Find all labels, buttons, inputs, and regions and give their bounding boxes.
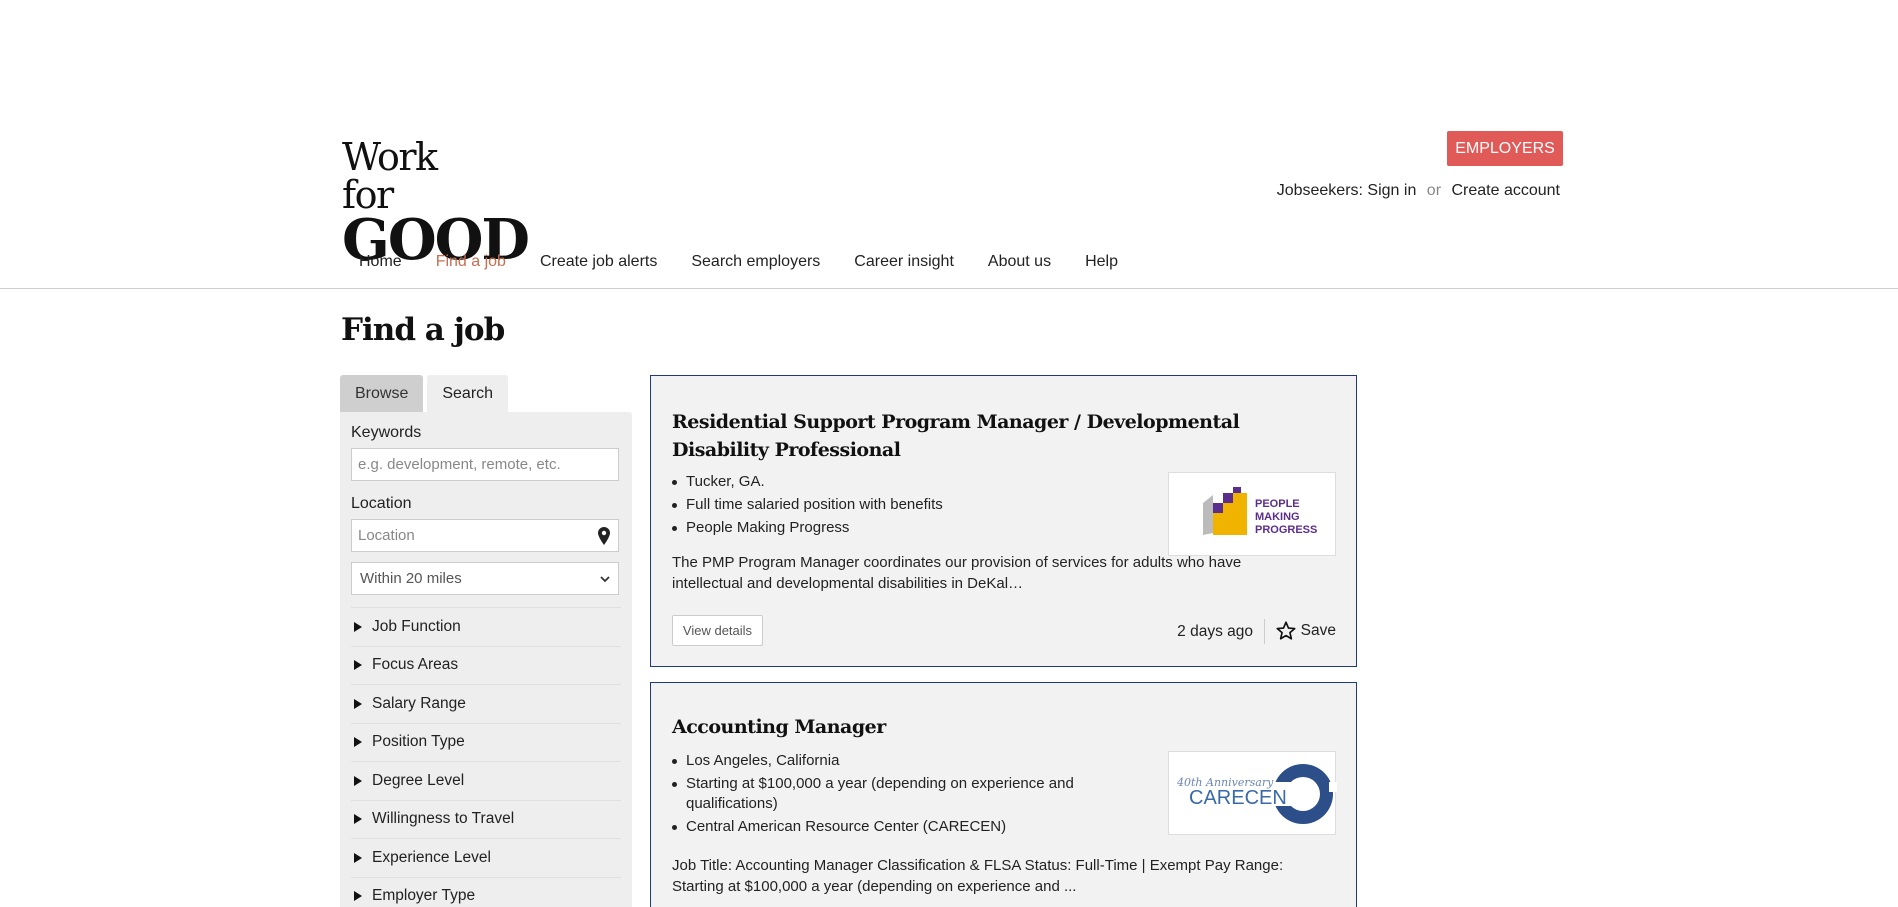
job-description: The PMP Program Manager coordinates our … <box>672 554 1242 592</box>
facet-label: Job Function <box>372 617 461 635</box>
tab-search[interactable]: Search <box>427 375 509 412</box>
expand-triangle-icon <box>354 737 362 748</box>
facet-job-function[interactable]: Job Function <box>351 607 621 646</box>
expand-triangle-icon <box>354 814 362 825</box>
employer-logo[interactable]: 40th Anniversary CARECEN <box>1168 751 1337 835</box>
facet-degree-level[interactable]: Degree Level <box>351 761 621 800</box>
facet-salary-range[interactable]: Salary Range <box>351 684 621 723</box>
facet-focus-areas[interactable]: Focus Areas <box>351 645 621 685</box>
job-employer: Central American Resource Center (CARECE… <box>672 817 1142 837</box>
save-label: Save <box>1300 621 1336 639</box>
or-separator: or <box>1426 182 1442 199</box>
expand-triangle-icon <box>354 660 362 671</box>
nav-find-a-job[interactable]: Find a job <box>419 250 523 274</box>
facet-label: Experience Level <box>372 848 491 866</box>
job-details: Los Angeles, California Starting at $100… <box>672 751 1142 840</box>
star-icon <box>1276 621 1296 640</box>
location-field-wrap <box>351 519 619 552</box>
keywords-label: Keywords <box>351 424 422 441</box>
keywords-input[interactable] <box>351 448 619 481</box>
nav-create-job-alerts[interactable]: Create job alerts <box>523 250 674 274</box>
facet-employer-type[interactable]: Employer Type <box>351 876 621 907</box>
nav-home[interactable]: Home <box>342 250 419 274</box>
job-location: Los Angeles, California <box>672 751 1142 771</box>
job-details: Tucker, GA. Full time salaried position … <box>672 472 1142 541</box>
facet-experience-level[interactable]: Experience Level <box>351 838 621 877</box>
jobseekers-label: Jobseekers: <box>1276 182 1363 199</box>
facet-label: Degree Level <box>372 771 465 789</box>
facet-label: Willingness to Travel <box>372 810 515 828</box>
logo-text-2: MAKING <box>1255 511 1300 523</box>
nav-career-insight[interactable]: Career insight <box>837 250 971 274</box>
job-description: Job Title: Accounting Manager Classifica… <box>672 857 1284 895</box>
save-button[interactable]: Save <box>1276 621 1336 640</box>
logo-name: CARECEN <box>1189 787 1287 809</box>
nav-help[interactable]: Help <box>1068 250 1135 274</box>
people-making-progress-logo: PEOPLE MAKING PROGRESS <box>1203 487 1317 536</box>
location-pin-icon[interactable] <box>597 527 611 545</box>
nav-search-employers[interactable]: Search employers <box>674 250 837 274</box>
job-salary: Starting at $100,000 a year (depending o… <box>672 774 1142 814</box>
facet-position-type[interactable]: Position Type <box>351 722 621 762</box>
expand-triangle-icon <box>354 852 362 863</box>
distance-value: Within 20 miles <box>360 570 462 587</box>
employers-button[interactable]: EMPLOYERS <box>1447 131 1563 166</box>
chevron-down-icon <box>600 576 610 583</box>
location-label: Location <box>351 495 412 512</box>
view-details-button[interactable]: View details <box>672 615 763 646</box>
expand-triangle-icon <box>354 698 362 709</box>
main-nav: Home Find a job Create job alerts Search… <box>342 250 1135 274</box>
logo-line-1: Work for <box>342 135 438 217</box>
jobseekers-links: Jobseekers: Sign in or Create account <box>1277 182 1560 200</box>
facet-label: Salary Range <box>372 694 466 712</box>
logo-text-1: PEOPLE <box>1255 498 1300 510</box>
job-title[interactable]: Residential Support Program Manager / De… <box>672 408 1272 464</box>
facet-label: Position Type <box>372 733 465 751</box>
posted-date: 2 days ago <box>1177 623 1253 640</box>
expand-triangle-icon <box>354 621 362 632</box>
expand-triangle-icon <box>354 775 362 786</box>
create-account-link[interactable]: Create account <box>1451 182 1560 199</box>
facet-label: Focus Areas <box>372 656 459 674</box>
facet-label: Employer Type <box>372 887 476 905</box>
employer-logo[interactable]: PEOPLE MAKING PROGRESS <box>1168 472 1336 556</box>
job-title[interactable]: Accounting Manager <box>672 713 1272 741</box>
logo-text-3: PROGRESS <box>1255 524 1317 536</box>
nav-about-us[interactable]: About us <box>971 250 1068 274</box>
nav-divider <box>0 288 1898 289</box>
search-sidebar: Keywords Location Within 20 miles Job Fu… <box>340 412 632 907</box>
expand-triangle-icon <box>354 891 362 902</box>
vertical-divider <box>1264 619 1265 644</box>
job-salary: Full time salaried position with benefit… <box>672 495 1142 515</box>
carecen-logo: 40th Anniversary CARECEN <box>1176 754 1337 834</box>
search-tabs: Browse Search <box>340 375 512 412</box>
job-card[interactable]: Residential Support Program Manager / De… <box>650 375 1357 667</box>
site-logo[interactable]: Work for GOOD <box>342 135 530 268</box>
sign-in-link[interactable]: Sign in <box>1367 182 1416 199</box>
facet-willingness-to-travel[interactable]: Willingness to Travel <box>351 799 621 839</box>
job-location: Tucker, GA. <box>672 472 1142 492</box>
facet-list: Job Function Focus Areas Salary Range Po… <box>351 607 621 907</box>
distance-select[interactable]: Within 20 miles <box>351 562 619 595</box>
page-title: Find a job <box>341 312 505 348</box>
job-employer: People Making Progress <box>672 518 1142 538</box>
tab-browse[interactable]: Browse <box>340 375 424 412</box>
job-card[interactable]: Accounting Manager Los Angeles, Californ… <box>650 682 1357 907</box>
location-input[interactable] <box>351 519 619 552</box>
